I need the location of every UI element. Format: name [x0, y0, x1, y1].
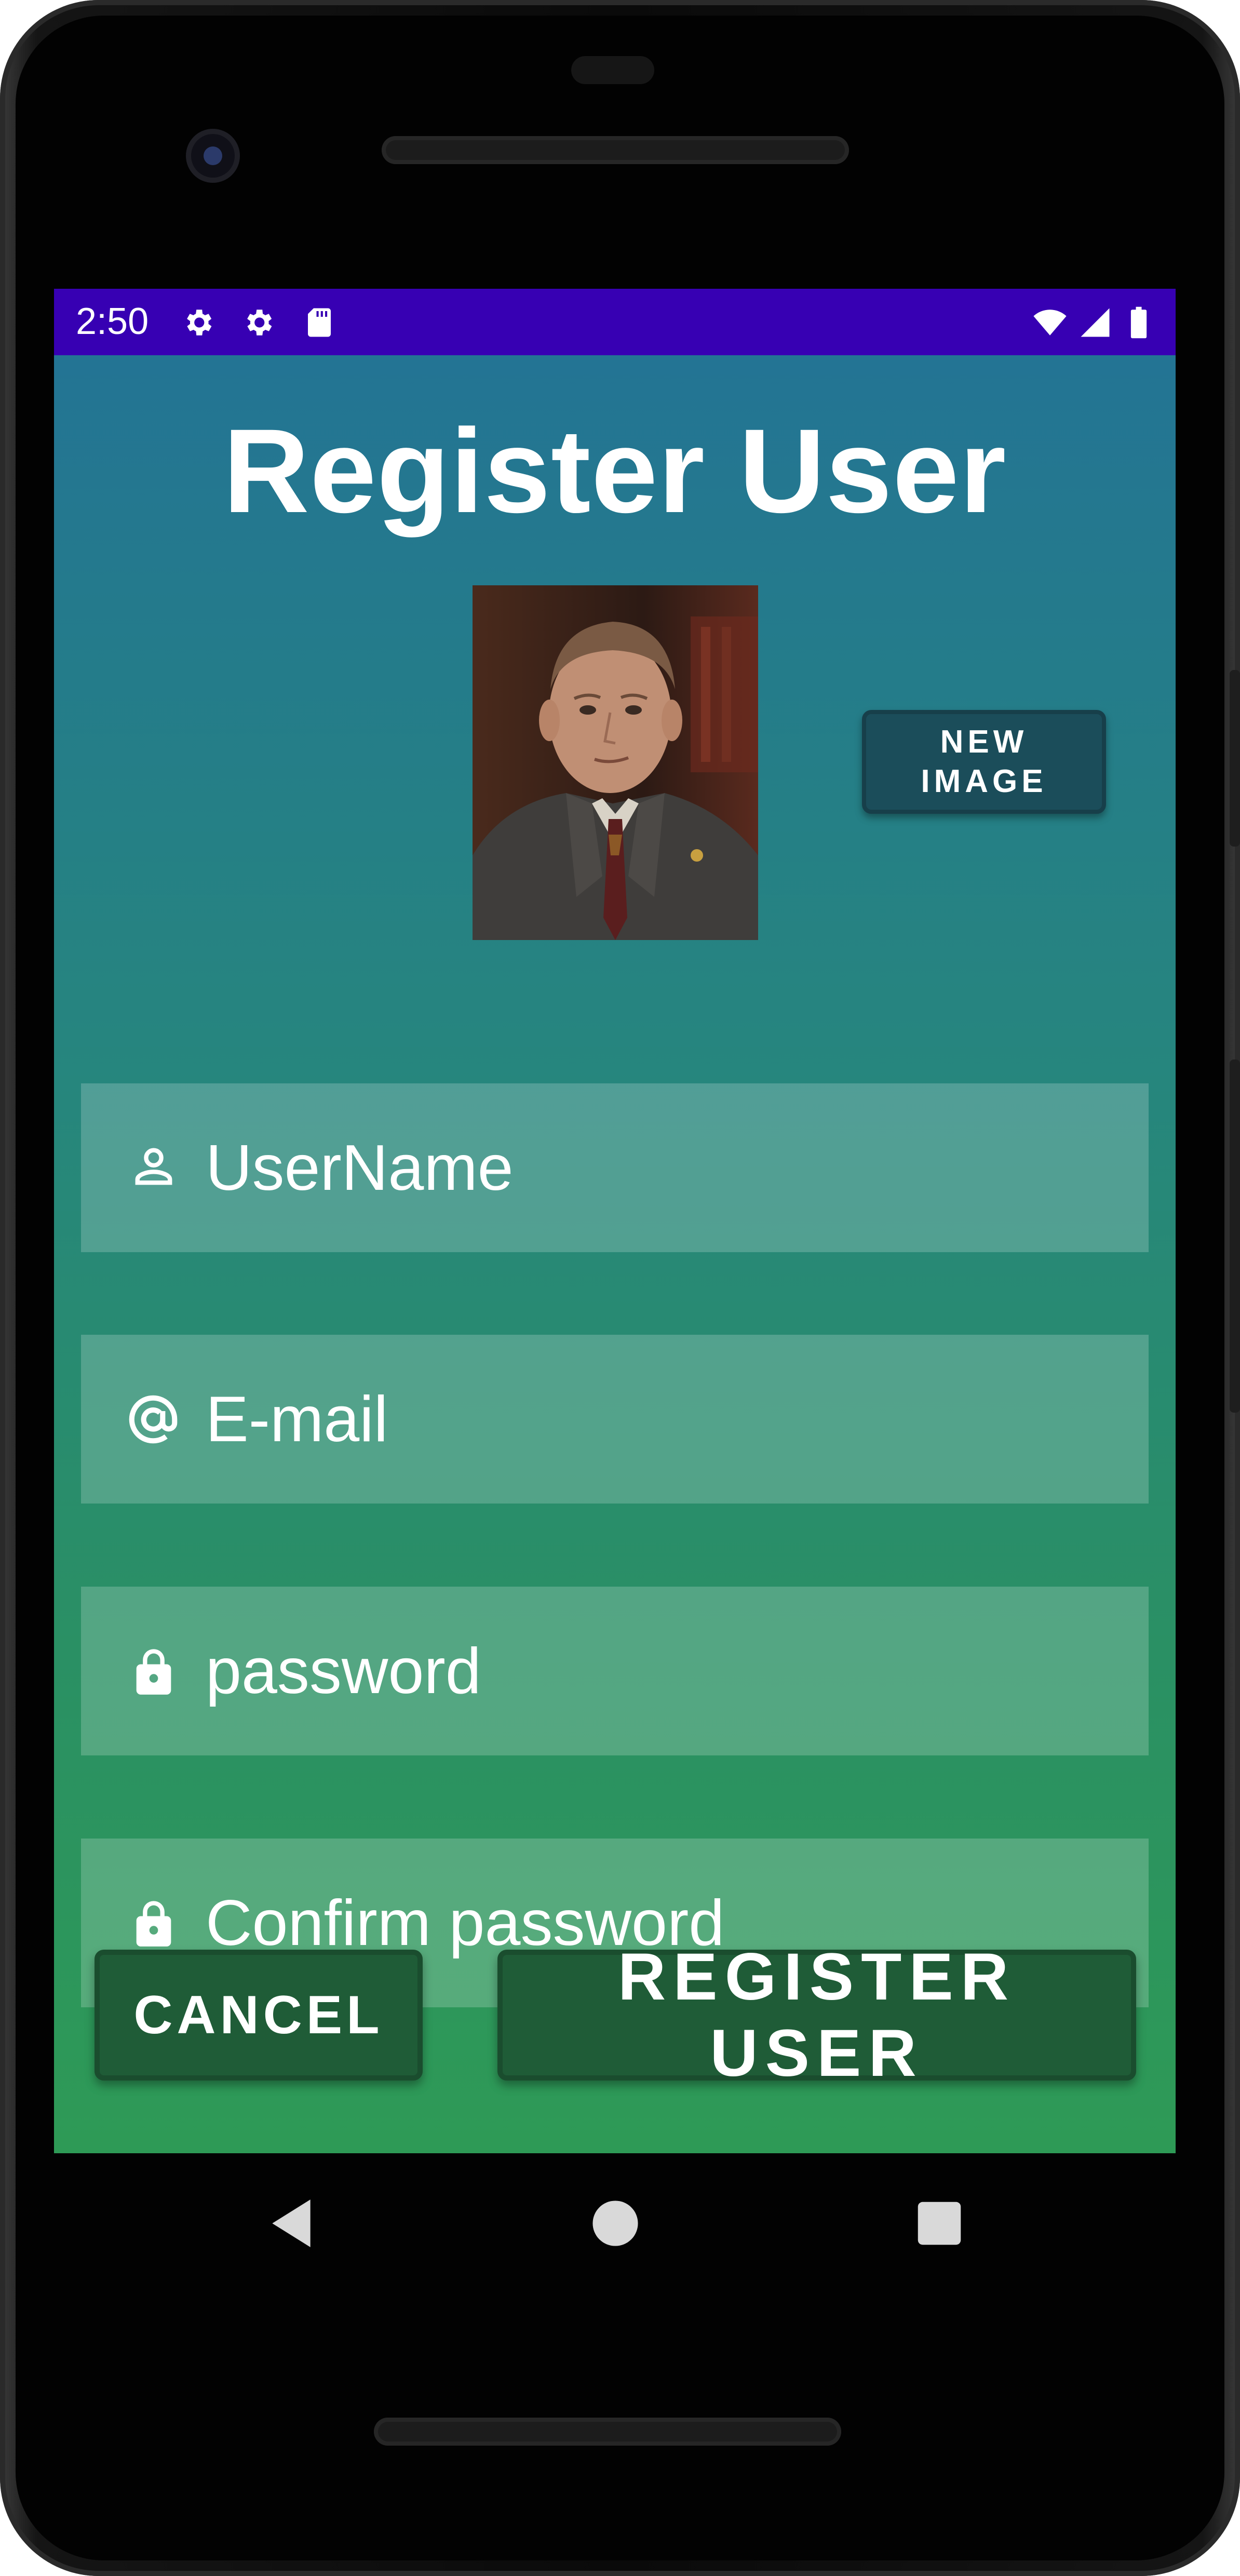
settings-gear-icon	[187, 310, 212, 336]
lock-icon	[136, 1901, 171, 1947]
status-time: 2:50	[76, 301, 149, 342]
front-camera	[186, 129, 240, 183]
page-title: Register User	[223, 404, 1007, 538]
password-input[interactable]	[206, 1587, 1130, 1755]
back-triangle-icon[interactable]	[263, 2195, 320, 2252]
sd-card-icon	[308, 308, 331, 337]
bottom-speaker	[374, 2418, 841, 2446]
profile-image	[473, 585, 758, 940]
home-circle-icon[interactable]	[587, 2195, 644, 2252]
new-image-button[interactable]: NEW IMAGE	[862, 710, 1106, 814]
register-screen: Register User NEW IMAGE UserName E-mail …	[54, 355, 1176, 2153]
settings-gear-icon	[247, 310, 272, 336]
navigation-bar	[54, 2153, 1176, 2288]
register-user-button-label: REGISTER USER	[617, 1940, 1016, 2090]
power-button	[1230, 670, 1240, 847]
lock-icon	[136, 1649, 171, 1695]
wifi-icon	[1033, 310, 1067, 336]
email-field[interactable]	[81, 1335, 1149, 1504]
status-bar: 2:50	[54, 289, 1176, 355]
username-input[interactable]	[206, 1083, 1130, 1252]
device-screen: 2:50 Register User NEW IMAGE UserName E-…	[54, 289, 1176, 2153]
username-field[interactable]	[81, 1083, 1149, 1252]
recents-square-icon[interactable]	[911, 2195, 968, 2252]
volume-button	[1230, 1059, 1240, 1413]
cellular-signal-icon	[1081, 308, 1110, 337]
cancel-button[interactable]: CANCEL	[95, 1950, 423, 2081]
profile-photo-illustration	[473, 585, 758, 940]
battery-icon	[1130, 306, 1147, 339]
cancel-button-label: CANCEL	[133, 1984, 384, 2045]
register-user-button[interactable]: REGISTER USER	[497, 1940, 1136, 2090]
earpiece-speaker	[382, 136, 849, 164]
new-image-button-label: NEW IMAGE	[921, 724, 1047, 799]
proximity-sensor	[571, 56, 654, 84]
password-field[interactable]	[81, 1587, 1149, 1755]
email-input[interactable]	[206, 1335, 1130, 1504]
at-sign-icon	[129, 1395, 178, 1444]
person-icon	[135, 1148, 172, 1185]
